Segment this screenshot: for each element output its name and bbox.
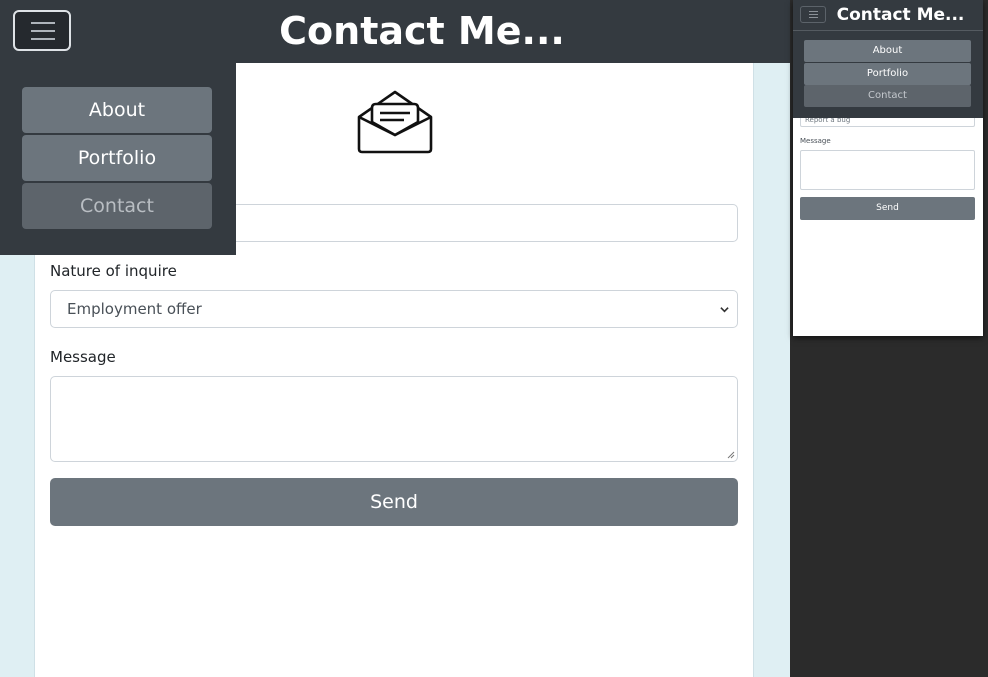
inquiry-select-value: Employment offer	[67, 300, 202, 318]
resize-handle-icon[interactable]	[727, 451, 735, 459]
page-title: Contact Me...	[279, 9, 565, 53]
preview-navbar: Contact Me...	[793, 0, 983, 30]
hamburger-icon	[809, 17, 818, 18]
preview-nav-menu: About Portfolio Contact	[793, 30, 983, 118]
nav-item-contact[interactable]: Contact	[22, 183, 212, 229]
mobile-preview: Report a bug Message Send Contact Me... …	[793, 0, 983, 336]
preview-message-label: Message	[800, 137, 831, 145]
send-button[interactable]: Send	[50, 478, 738, 526]
preview-send-button[interactable]: Send	[800, 197, 975, 220]
preview-page-title: Contact Me...	[836, 5, 965, 25]
navbar: Contact Me...	[0, 0, 790, 63]
hamburger-icon	[809, 14, 818, 15]
inquiry-select[interactable]: Employment offer	[50, 290, 738, 328]
nav-dropdown-menu: About Portfolio Contact	[0, 63, 236, 255]
preview-nav-item-portfolio[interactable]: Portfolio	[804, 63, 971, 85]
hamburger-icon	[809, 11, 818, 12]
chevron-down-icon	[720, 307, 729, 313]
nav-item-portfolio[interactable]: Portfolio	[22, 135, 212, 181]
preview-nav-item-about[interactable]: About	[804, 40, 971, 62]
main-viewport: Nature of inquire Employment offer Messa…	[0, 0, 790, 677]
nav-item-about[interactable]: About	[22, 87, 212, 133]
message-label: Message	[50, 348, 116, 366]
preview-nav-item-contact[interactable]: Contact	[804, 85, 971, 107]
inquiry-label: Nature of inquire	[50, 262, 177, 280]
envelope-open-icon	[357, 90, 433, 154]
message-textarea[interactable]	[50, 376, 738, 462]
preview-message-textarea[interactable]	[800, 150, 975, 190]
